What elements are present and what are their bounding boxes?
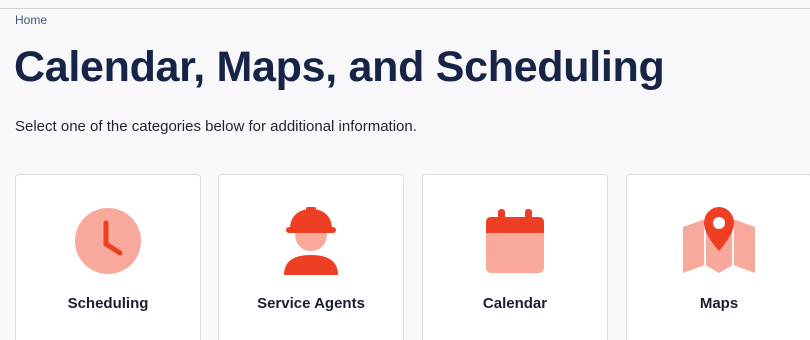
page-subtitle: Select one of the categories below for a… xyxy=(15,118,417,135)
map-pin-icon xyxy=(679,205,759,277)
worker-hardhat-icon xyxy=(271,205,351,277)
card-calendar[interactable]: Calendar xyxy=(422,174,608,340)
card-label: Service Agents xyxy=(257,295,365,312)
card-label: Calendar xyxy=(482,295,548,312)
card-scheduling[interactable]: Scheduling xyxy=(15,174,201,340)
top-divider xyxy=(0,8,810,9)
calendar-icon xyxy=(475,205,555,277)
card-label: Maps xyxy=(699,295,739,312)
card-maps[interactable]: Maps xyxy=(626,174,810,340)
clock-icon xyxy=(68,205,148,277)
card-service-agents[interactable]: Service Agents xyxy=(218,174,404,340)
page-title: Calendar, Maps, and Scheduling xyxy=(14,43,665,91)
card-label: Scheduling xyxy=(67,295,149,312)
breadcrumb-home-link[interactable]: Home xyxy=(15,13,47,27)
